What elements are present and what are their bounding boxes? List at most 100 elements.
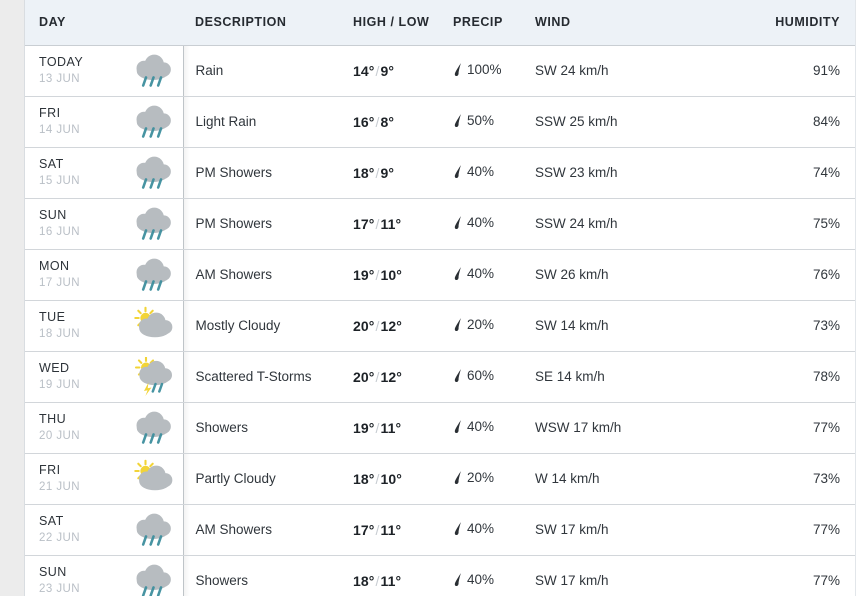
cell-day[interactable]: WED 19 JUN: [25, 351, 190, 403]
table-row[interactable]: SAT 22 JUN AM Showers 17°/11° 40% SW 17 …: [25, 504, 855, 556]
cell-humidity: 73%: [727, 300, 855, 352]
temperature-high-low: 18°/11°: [353, 573, 401, 589]
cell-wind: SSW 23 km/h: [531, 147, 727, 199]
column-header-precip[interactable]: PRECIP: [451, 0, 531, 46]
column-header-wind[interactable]: WIND: [531, 0, 727, 46]
cell-day[interactable]: SAT 22 JUN: [25, 504, 190, 556]
cell-precip: 40%: [451, 198, 531, 250]
table-row[interactable]: FRI 21 JUN Partly Cloudy 18°/10° 20% W 1…: [25, 453, 855, 505]
temperature-low: 11°: [380, 572, 402, 589]
precip-value-group: 40%: [453, 266, 494, 281]
precip-value-group: 20%: [453, 317, 494, 332]
cell-day[interactable]: TODAY 13 JUN: [25, 45, 190, 97]
cell-day[interactable]: THU 20 JUN: [25, 402, 190, 454]
precip-value: 20%: [467, 469, 495, 485]
cell-precip: 40%: [451, 555, 531, 596]
sun-behind-cloud-icon: [133, 306, 173, 346]
cell-day[interactable]: FRI 14 JUN: [25, 96, 190, 148]
raindrop-icon: [453, 470, 467, 485]
table-row[interactable]: FRI 14 JUN Light Rain 16°/8° 50% SSW 25 …: [25, 96, 855, 148]
temperature-high: 18°: [353, 164, 375, 181]
cell-description: Light Rain: [183, 96, 349, 148]
cell-wind: SW 17 km/h: [531, 555, 727, 596]
temperature-high-low: 14°/9°: [353, 63, 394, 79]
weather-forecast-page: DAY DESCRIPTION HIGH / LOW PRECIP WIND H…: [0, 0, 867, 596]
cell-wind: WSW 17 km/h: [531, 402, 727, 454]
day-text: WED 19 JUN: [39, 361, 80, 392]
header-row: DAY DESCRIPTION HIGH / LOW PRECIP WIND H…: [25, 0, 855, 46]
cell-humidity: 91%: [727, 45, 855, 97]
cell-day[interactable]: MON 17 JUN: [25, 249, 190, 301]
cell-high-low: 18°/9°: [349, 147, 451, 199]
column-header-humidity[interactable]: HUMIDITY: [727, 0, 855, 46]
day-text: FRI 21 JUN: [39, 463, 80, 494]
temperature-high: 18°: [353, 572, 375, 589]
day-name: SAT: [39, 513, 64, 528]
cell-precip: 50%: [451, 96, 531, 148]
day-name: WED: [39, 360, 70, 375]
cell-high-low: 17°/11°: [349, 504, 451, 556]
cell-description: Mostly Cloudy: [183, 300, 349, 352]
cell-description: Showers: [183, 555, 349, 596]
temperature-high: 20°: [353, 317, 375, 334]
table-row[interactable]: MON 17 JUN AM Showers 19°/10° 40% SW 26 …: [25, 249, 855, 301]
cell-humidity: 75%: [727, 198, 855, 250]
cell-day[interactable]: SAT 15 JUN: [25, 147, 190, 199]
column-header-high-low[interactable]: HIGH / LOW: [349, 0, 451, 46]
column-header-humidity-label: HUMIDITY: [775, 15, 840, 30]
table-header: DAY DESCRIPTION HIGH / LOW PRECIP WIND H…: [25, 0, 855, 46]
temperature-low: 11°: [380, 419, 402, 436]
precip-value: 40%: [467, 265, 495, 281]
raindrop-icon: [453, 164, 467, 179]
cell-description: PM Showers: [183, 147, 349, 199]
cell-description: AM Showers: [183, 504, 349, 556]
cell-humidity: 76%: [727, 249, 855, 301]
day-date: 22 JUN: [39, 532, 81, 545]
day-text: FRI 14 JUN: [39, 106, 80, 137]
cell-wind: SW 14 km/h: [531, 300, 727, 352]
cell-high-low: 18°/10°: [349, 453, 451, 505]
cell-humidity: 77%: [727, 555, 855, 596]
table-row[interactable]: TODAY 13 JUN Rain 14°/9° 100% SW 24 km/h…: [25, 45, 855, 97]
precip-value: 40%: [467, 163, 495, 179]
cell-precip: 40%: [451, 402, 531, 454]
raindrop-icon: [453, 215, 467, 230]
forecast-table: DAY DESCRIPTION HIGH / LOW PRECIP WIND H…: [25, 0, 855, 596]
day-name: FRI: [39, 105, 61, 120]
raindrop-icon: [453, 368, 467, 383]
cell-wind: SE 14 km/h: [531, 351, 727, 403]
table-row[interactable]: TUE 18 JUN Mostly Cloudy 20°/12° 20% SW …: [25, 300, 855, 352]
day-text: TODAY 13 JUN: [39, 55, 83, 86]
cell-wind: W 14 km/h: [531, 453, 727, 505]
cell-day[interactable]: FRI 21 JUN: [25, 453, 190, 505]
temperature-high: 17°: [353, 215, 375, 232]
temperature-high-low: 20°/12°: [353, 318, 402, 334]
day-name: THU: [39, 411, 67, 426]
cell-day[interactable]: TUE 18 JUN: [25, 300, 190, 352]
rain-cloud-icon: [133, 408, 173, 448]
table-row[interactable]: WED 19 JUN Scattered T-Storms 20°/12° 60…: [25, 351, 855, 403]
temperature-low: 12°: [380, 368, 402, 385]
precip-value: 40%: [467, 571, 495, 587]
day-name: SAT: [39, 156, 64, 171]
temperature-high-low: 18°/9°: [353, 165, 394, 181]
day-text: TUE 18 JUN: [39, 310, 80, 341]
cell-humidity: 84%: [727, 96, 855, 148]
day-date: 23 JUN: [39, 583, 81, 596]
table-row[interactable]: THU 20 JUN Showers 19°/11° 40% WSW 17 km…: [25, 402, 855, 454]
table-row[interactable]: SUN 16 JUN PM Showers 17°/11° 40% SSW 24…: [25, 198, 855, 250]
rain-cloud-icon: [133, 204, 173, 244]
day-cell-inner: MON 17 JUN: [39, 250, 183, 300]
precip-value: 20%: [467, 316, 495, 332]
cell-day[interactable]: SUN 16 JUN: [25, 198, 190, 250]
temperature-low: 9°: [380, 164, 395, 181]
day-date: 17 JUN: [39, 277, 81, 290]
rain-cloud-icon: [133, 510, 173, 550]
table-row[interactable]: SAT 15 JUN PM Showers 18°/9° 40% SSW 23 …: [25, 147, 855, 199]
table-row[interactable]: SUN 23 JUN Showers 18°/11° 40% SW 17 km/…: [25, 555, 855, 596]
column-header-day[interactable]: DAY: [25, 0, 183, 46]
column-header-description[interactable]: DESCRIPTION: [183, 0, 349, 46]
forecast-table-container[interactable]: DAY DESCRIPTION HIGH / LOW PRECIP WIND H…: [24, 0, 856, 596]
cell-day[interactable]: SUN 23 JUN: [25, 555, 190, 596]
day-name: FRI: [39, 462, 61, 477]
